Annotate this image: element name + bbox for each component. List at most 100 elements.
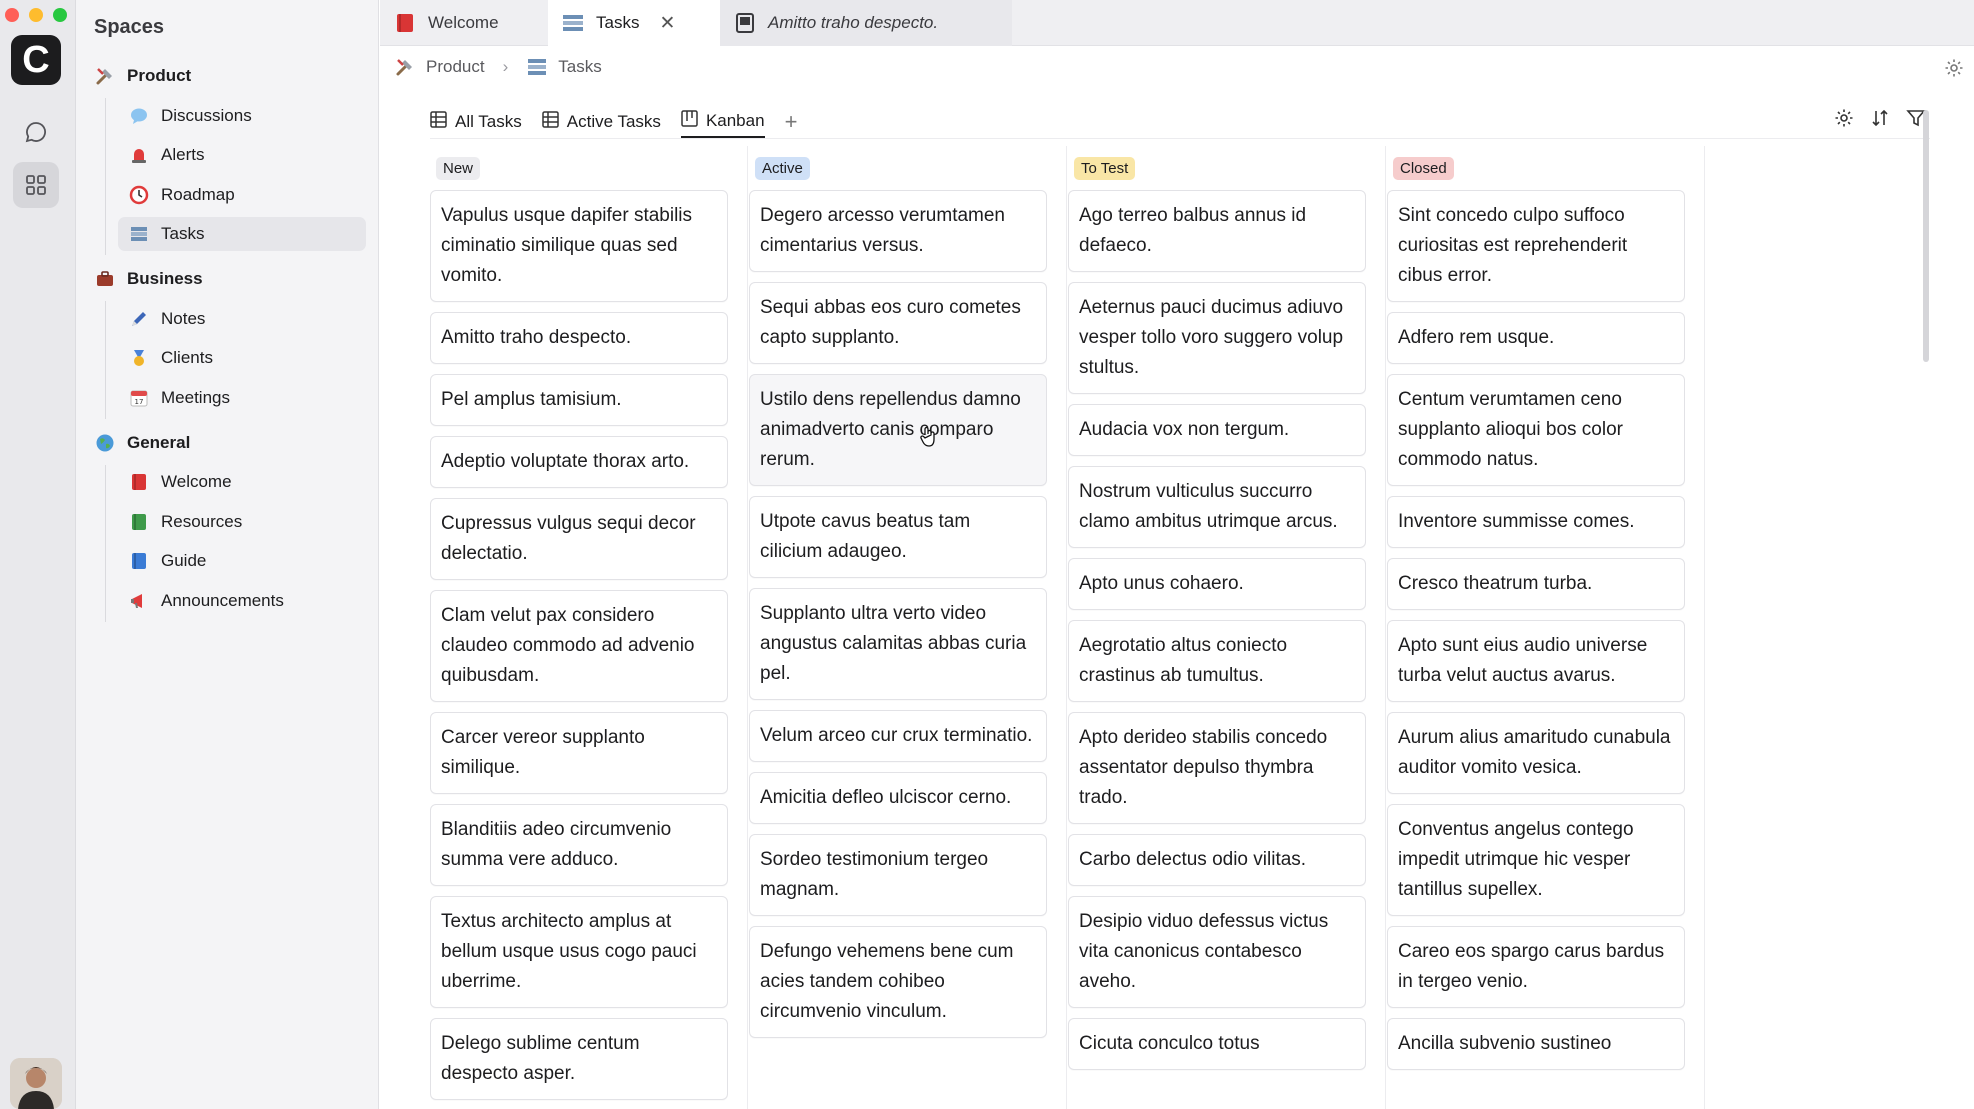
sidebar-item-alerts[interactable]: Alerts — [118, 138, 366, 172]
sidebar-item-announcements[interactable]: Announcements — [118, 584, 366, 618]
sidebar-item-label: Alerts — [161, 145, 205, 164]
view-label: Kanban — [705, 110, 765, 130]
sidebar-item-discussions[interactable]: Discussions — [118, 99, 366, 133]
kanban-card[interactable]: Sint concedo culpo suffoco curiositas es… — [1387, 190, 1685, 302]
card-list: Degero arcesso verumtamen cimentarius ve… — [749, 190, 1066, 1038]
kanban-card[interactable]: Utpote cavus beatus tam cilicium adaugeo… — [749, 496, 1047, 578]
kanban-column-to-test: To Test Ago terreo balbus annus id defae… — [1068, 146, 1386, 1109]
kanban-card[interactable]: Cicuta conculco totus — [1068, 1018, 1366, 1070]
sidebar-item-label: Meetings — [161, 388, 230, 407]
card-list: Sint concedo culpo suffoco curiositas es… — [1387, 190, 1704, 1070]
sidebar-group-label: Business — [127, 269, 203, 288]
briefcase-icon — [94, 268, 116, 290]
tab-tasks[interactable]: Tasks ✕ — [548, 0, 720, 46]
tab-kanban[interactable]: Kanban — [680, 105, 765, 138]
tab-welcome[interactable]: Welcome — [380, 0, 548, 46]
kanban-card[interactable]: Delego sublime centum despecto asper. — [430, 1018, 728, 1100]
sidebar-item-tasks[interactable]: Tasks — [118, 217, 366, 251]
kanban-card[interactable]: Velum arceo cur crux terminatio. — [749, 710, 1047, 762]
kanban-card[interactable]: Careo eos spargo carus bardus in tergeo … — [1387, 926, 1685, 1008]
svg-text:17: 17 — [135, 398, 144, 406]
tab-amitto-traho-despecto[interactable]: Amitto traho despecto. — [720, 0, 1012, 46]
kanban-card[interactable]: Nostrum vulticulus succurro clamo ambitu… — [1068, 466, 1366, 548]
kanban-card[interactable]: Vapulus usque dapifer stabilis ciminatio… — [430, 190, 728, 302]
table-icon — [430, 110, 447, 133]
kanban-card[interactable]: Aegrotatio altus coniecto crastinus ab t… — [1068, 620, 1366, 702]
sidebar-group-business[interactable]: Business — [94, 268, 203, 290]
clock-icon — [128, 184, 150, 206]
kanban-card[interactable]: Adfero rem usque. — [1387, 312, 1685, 364]
kanban-card[interactable]: Textus architecto amplus at bellum usque… — [430, 896, 728, 1008]
medal-icon — [128, 347, 150, 369]
sidebar-item-guide[interactable]: Guide — [118, 544, 366, 578]
grid-icon[interactable] — [13, 162, 59, 208]
sidebar-title: Spaces — [94, 16, 165, 38]
board-toolbar — [1834, 108, 1926, 133]
kanban-card[interactable]: Apto derideo stabilis concedo assentator… — [1068, 712, 1366, 824]
kanban-card[interactable]: Apto unus cohaero. — [1068, 558, 1366, 610]
kanban-card[interactable]: Clam velut pax considero claudeo commodo… — [430, 590, 728, 702]
kanban-card[interactable]: Adeptio voluptate thorax arto. — [430, 436, 728, 488]
calendar-icon: 17 — [128, 387, 150, 409]
kanban-card[interactable]: Ustilo dens repellendus damno animadvert… — [749, 374, 1047, 486]
kanban-card[interactable]: Degero arcesso verumtamen cimentarius ve… — [749, 190, 1047, 272]
kanban-card[interactable]: Centum verumtamen ceno supplanto alioqui… — [1387, 374, 1685, 486]
sidebar-item-notes[interactable]: Notes — [118, 302, 366, 336]
maximize-window-button[interactable] — [53, 8, 67, 22]
close-window-button[interactable] — [5, 8, 19, 22]
kanban-card[interactable]: Carcer vereor supplanto similique. — [430, 712, 728, 794]
kanban-card[interactable]: Desipio viduo defessus victus vita canon… — [1068, 896, 1366, 1008]
sidebar-item-label: Clients — [161, 348, 213, 367]
kanban-card[interactable]: Inventore summisse comes. — [1387, 496, 1685, 548]
stacked-cards-icon — [128, 223, 150, 245]
kanban-card[interactable]: Sequi abbas eos curo cometes capto suppl… — [749, 282, 1047, 364]
sidebar: Spaces Product Discussions Alerts Roadma… — [76, 0, 379, 1109]
app-logo[interactable]: C — [11, 35, 61, 85]
kanban-card[interactable]: Cresco theatrum turba. — [1387, 558, 1685, 610]
add-view-button[interactable]: + — [785, 105, 798, 138]
breadcrumb-current[interactable]: Tasks — [558, 57, 601, 77]
tab-all-tasks[interactable]: All Tasks — [430, 105, 522, 138]
stacked-cards-icon — [562, 12, 584, 34]
avatar[interactable] — [10, 1058, 62, 1109]
sidebar-group-product[interactable]: Product — [94, 65, 191, 87]
sidebar-group-label: Product — [127, 66, 192, 85]
gear-icon[interactable] — [1944, 58, 1964, 83]
kanban-card[interactable]: Ago terreo balbus annus id defaeco. — [1068, 190, 1366, 272]
chat-icon[interactable] — [13, 109, 59, 155]
sidebar-item-label: Announcements — [161, 591, 284, 610]
kanban-card[interactable]: Audacia vox non tergum. — [1068, 404, 1366, 456]
kanban-card[interactable]: Sordeo testimonium tergeo magnam. — [749, 834, 1047, 916]
sidebar-item-label: Resources — [161, 512, 243, 531]
kanban-card[interactable]: Aeternus pauci ducimus adiuvo vesper tol… — [1068, 282, 1366, 394]
kanban-card[interactable]: Carbo delectus odio vilitas. — [1068, 834, 1366, 886]
tab-active-tasks[interactable]: Active Tasks — [542, 105, 661, 138]
sidebar-group-general[interactable]: General — [94, 432, 190, 454]
kanban-card[interactable]: Supplanto ultra verto video angustus cal… — [749, 588, 1047, 700]
kanban-card[interactable]: Amicitia defleo ulciscor cerno. — [749, 772, 1047, 824]
settings-icon[interactable] — [1834, 108, 1854, 133]
kanban-card[interactable]: Aurum alius amaritudo cunabula auditor v… — [1387, 712, 1685, 794]
megaphone-icon — [128, 590, 150, 612]
kanban-card[interactable]: Conventus angelus contego impedit utrimq… — [1387, 804, 1685, 916]
close-tab-icon[interactable]: ✕ — [659, 12, 675, 35]
kanban-card[interactable]: Blanditiis adeo circumvenio summa vere a… — [430, 804, 728, 886]
sort-icon[interactable] — [1870, 108, 1890, 133]
breadcrumb-root[interactable]: Product — [426, 57, 485, 77]
kanban-card[interactable]: Amitto traho despecto. — [430, 312, 728, 364]
minimize-window-button[interactable] — [29, 8, 43, 22]
scrollbar[interactable] — [1923, 110, 1929, 362]
kanban-card[interactable]: Cupressus vulgus sequi decor delectatio. — [430, 498, 728, 580]
sidebar-item-label: Notes — [161, 309, 206, 328]
kanban-card[interactable]: Defungo vehemens bene cum acies tandem c… — [749, 926, 1047, 1038]
sidebar-item-meetings[interactable]: 17 Meetings — [118, 381, 366, 415]
sidebar-item-roadmap[interactable]: Roadmap — [118, 178, 366, 212]
view-tabs: All Tasks Active Tasks Kanban + — [430, 105, 797, 138]
kanban-card[interactable]: Ancilla subvenio sustineo — [1387, 1018, 1685, 1070]
kanban-card[interactable]: Pel amplus tamisium. — [430, 374, 728, 426]
sidebar-item-clients[interactable]: Clients — [118, 341, 366, 375]
kanban-card[interactable]: Apto sunt eius audio universe turba velu… — [1387, 620, 1685, 702]
sidebar-item-resources[interactable]: Resources — [118, 505, 366, 539]
sidebar-group-label: General — [127, 433, 191, 452]
sidebar-item-welcome[interactable]: Welcome — [118, 465, 366, 499]
